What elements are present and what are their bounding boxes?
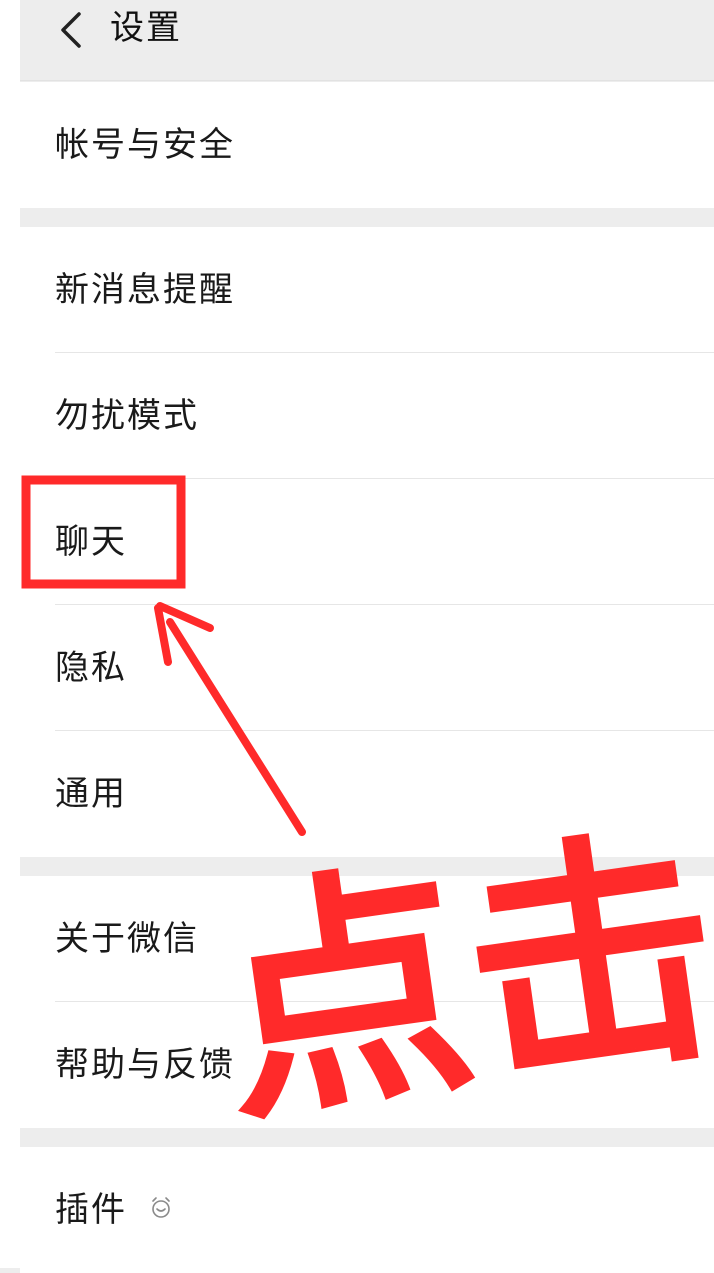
settings-group-account: 帐号与安全	[20, 82, 714, 208]
settings-item-about-wechat[interactable]: 关于微信	[20, 876, 714, 1002]
settings-item-general[interactable]: 通用	[20, 731, 714, 857]
settings-item-label: 隐私	[55, 648, 127, 688]
settings-item-label: 插件	[55, 1190, 127, 1230]
settings-item-do-not-disturb[interactable]: 勿扰模式	[20, 353, 714, 479]
settings-item-plugins[interactable]: 插件	[20, 1147, 714, 1273]
settings-item-privacy[interactable]: 隐私	[20, 605, 714, 731]
settings-item-label: 帐号与安全	[55, 125, 235, 165]
back-button[interactable]	[48, 8, 92, 52]
chevron-left-icon	[61, 12, 81, 48]
settings-item-chat[interactable]: 聊天	[20, 479, 714, 605]
settings-item-label: 聊天	[55, 522, 127, 562]
plugin-badge-icon	[152, 1197, 170, 1218]
page-title: 设置	[110, 8, 182, 48]
settings-group-plugins: 插件	[20, 1147, 714, 1273]
settings-item-label: 勿扰模式	[55, 396, 199, 436]
nav-header: 设置	[20, 0, 714, 81]
settings-item-label: 新消息提醒	[55, 270, 235, 310]
settings-item-account-security[interactable]: 帐号与安全	[20, 82, 714, 208]
settings-group-about: 关于微信 帮助与反馈	[20, 876, 714, 1128]
settings-item-help-feedback[interactable]: 帮助与反馈	[20, 1002, 714, 1128]
settings-item-label: 帮助与反馈	[55, 1045, 235, 1085]
settings-item-notifications[interactable]: 新消息提醒	[20, 227, 714, 353]
settings-item-label: 通用	[55, 774, 127, 814]
settings-item-label: 关于微信	[55, 919, 199, 959]
settings-group-general: 新消息提醒 勿扰模式 聊天 隐私 通用	[20, 227, 714, 857]
left-edge-strip	[0, 0, 20, 1268]
